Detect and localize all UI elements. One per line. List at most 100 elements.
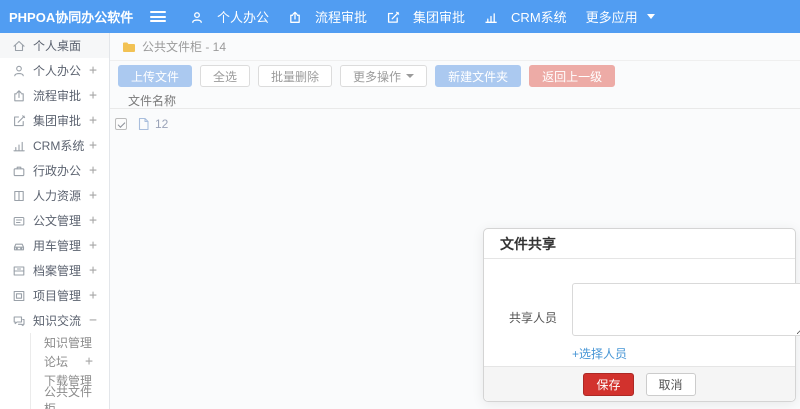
app-logo: PHPOA协同办公软件 bbox=[9, 10, 134, 25]
sidebar-item-label: 个人办公 bbox=[33, 64, 82, 78]
sidebar-item-hr[interactable]: 人力资源 + bbox=[0, 183, 109, 208]
sidebar-item-vehicles[interactable]: 用车管理 + bbox=[0, 233, 109, 258]
sidebar-subitem-label: 知识管理 bbox=[44, 336, 93, 350]
sidebar-item-label: 知识交流 bbox=[33, 314, 82, 328]
sidebar-item-label: 行政办公 bbox=[33, 164, 82, 178]
knowledge-submenu: 知识管理 论坛 + 下载管理 公共文件柜 bbox=[30, 333, 109, 409]
nav-label: 流程审批 bbox=[315, 10, 368, 25]
sidebar-item-label: 个人桌面 bbox=[33, 39, 82, 53]
sidebar-item-label: 人力资源 bbox=[33, 189, 82, 203]
briefcase-icon bbox=[12, 164, 26, 178]
caret-down-icon bbox=[646, 14, 655, 19]
expand-indicator: + bbox=[89, 238, 97, 253]
select-members-link[interactable]: +选择人员 bbox=[572, 345, 800, 362]
top-navigation: 个人办公 流程审批 集团审批 CRM系统 更多应用 bbox=[110, 0, 674, 33]
caret-down-icon bbox=[406, 74, 415, 78]
expand-indicator: + bbox=[85, 354, 93, 369]
sidebar-subitem-public-cabinet[interactable]: 公共文件柜 bbox=[31, 385, 109, 409]
modal-body: 共享人员 +选择人员 bbox=[484, 259, 800, 366]
modal-footer: 保存 取消 bbox=[484, 366, 795, 401]
nav-more-apps[interactable]: 更多应用 bbox=[586, 0, 655, 33]
nav-label: CRM系统 bbox=[511, 10, 567, 25]
breadcrumb: 公共文件柜 - 14 bbox=[110, 33, 800, 61]
expand-indicator: + bbox=[89, 138, 97, 153]
export-icon bbox=[12, 89, 26, 103]
share-members-textarea[interactable] bbox=[572, 283, 800, 336]
sidebar-item-knowledge[interactable]: 知识交流 − bbox=[0, 308, 109, 333]
expand-indicator: + bbox=[89, 113, 97, 128]
expand-indicator: + bbox=[89, 88, 97, 103]
nav-label: 更多应用 bbox=[585, 10, 638, 25]
chat-icon bbox=[12, 314, 26, 328]
sidebar-item-group-approval[interactable]: 集团审批 + bbox=[0, 108, 109, 133]
home-icon bbox=[12, 39, 26, 53]
expand-indicator: + bbox=[89, 288, 97, 303]
user-icon bbox=[190, 10, 204, 24]
archive-icon bbox=[12, 264, 26, 278]
sidebar-item-personal-office[interactable]: 个人办公 + bbox=[0, 58, 109, 83]
menu-icon[interactable] bbox=[150, 11, 166, 22]
nav-personal-office[interactable]: 个人办公 bbox=[190, 0, 269, 33]
more-actions-dropdown[interactable]: 更多操作 bbox=[340, 65, 428, 87]
toolbar: 上传文件 全选 批量删除 更多操作 新建文件夹 返回上一级 bbox=[110, 61, 800, 93]
nav-group-approval[interactable]: 集团审批 bbox=[386, 0, 465, 33]
sidebar-item-admin-office[interactable]: 行政办公 + bbox=[0, 158, 109, 183]
sidebar-item-process-approval[interactable]: 流程审批 + bbox=[0, 83, 109, 108]
sidebar-item-label: 流程审批 bbox=[33, 89, 82, 103]
collapse-indicator: − bbox=[89, 313, 97, 328]
modal-title: 文件共享 bbox=[500, 235, 556, 252]
sidebar-item-label: 公文管理 bbox=[33, 214, 82, 228]
file-name-column-header: 文件名称 bbox=[128, 94, 177, 108]
sidebar-subitem-forum[interactable]: 论坛 + bbox=[31, 352, 109, 371]
export-icon bbox=[288, 10, 302, 24]
expand-indicator: + bbox=[89, 263, 97, 278]
sidebar-item-label: 集团审批 bbox=[33, 114, 82, 128]
edit-icon bbox=[12, 114, 26, 128]
cancel-button[interactable]: 取消 bbox=[645, 372, 696, 396]
sidebar-item-desktop[interactable]: 个人桌面 bbox=[0, 33, 109, 58]
expand-indicator: + bbox=[89, 163, 97, 178]
nav-label: 个人办公 bbox=[217, 10, 270, 25]
row-checkbox[interactable] bbox=[115, 118, 127, 130]
upload-file-button[interactable]: 上传文件 bbox=[118, 65, 193, 87]
file-row[interactable]: 12 bbox=[110, 109, 800, 139]
file-name: 12 bbox=[155, 117, 169, 131]
expand-indicator: + bbox=[89, 63, 97, 78]
sidebar: 个人桌面 个人办公 + 流程审批 + 集团审批 + CRM系统 + 行政办公 +… bbox=[0, 33, 110, 409]
nav-process-approval[interactable]: 流程审批 bbox=[288, 0, 367, 33]
sidebar-item-label: CRM系统 bbox=[33, 139, 85, 153]
bar-chart-icon bbox=[12, 139, 26, 153]
user-icon bbox=[12, 64, 26, 78]
car-icon bbox=[12, 239, 26, 253]
back-button[interactable]: 返回上一级 bbox=[529, 65, 616, 87]
topbar: PHPOA协同办公软件 个人办公 流程审批 集团审批 CRM系统 更多应用 bbox=[0, 0, 800, 33]
sidebar-subitem-label: 公共文件柜 bbox=[44, 384, 93, 409]
sidebar-item-label: 项目管理 bbox=[33, 289, 82, 303]
edit-icon bbox=[386, 10, 400, 24]
sidebar-subitem-label: 论坛 bbox=[44, 355, 69, 369]
modal-header: 文件共享 bbox=[484, 229, 795, 259]
file-icon bbox=[137, 117, 150, 131]
document-icon bbox=[12, 214, 26, 228]
expand-indicator: + bbox=[89, 188, 97, 203]
sidebar-item-archives[interactable]: 档案管理 + bbox=[0, 258, 109, 283]
book-icon bbox=[12, 189, 26, 203]
batch-delete-button[interactable]: 批量删除 bbox=[258, 65, 333, 87]
folder-icon bbox=[122, 41, 136, 53]
save-button[interactable]: 保存 bbox=[583, 372, 634, 396]
select-all-button[interactable]: 全选 bbox=[200, 65, 251, 87]
sidebar-item-documents[interactable]: 公文管理 + bbox=[0, 208, 109, 233]
share-members-label: 共享人员 bbox=[509, 311, 558, 325]
nav-label: 集团审批 bbox=[413, 10, 466, 25]
file-share-modal: 文件共享 共享人员 +选择人员 保存 取消 bbox=[483, 228, 800, 402]
sidebar-item-crm[interactable]: CRM系统 + bbox=[0, 133, 109, 158]
file-list-header: 文件名称 bbox=[110, 93, 800, 109]
bar-chart-icon bbox=[484, 10, 498, 24]
nav-crm[interactable]: CRM系统 bbox=[484, 0, 567, 33]
more-actions-label: 更多操作 bbox=[353, 69, 402, 84]
sidebar-item-projects[interactable]: 项目管理 + bbox=[0, 283, 109, 308]
new-folder-button[interactable]: 新建文件夹 bbox=[435, 65, 522, 87]
breadcrumb-label: 公共文件柜 - 14 bbox=[142, 40, 227, 54]
sidebar-subitem-knowledge-mgmt[interactable]: 知识管理 bbox=[31, 333, 109, 352]
expand-indicator: + bbox=[89, 213, 97, 228]
